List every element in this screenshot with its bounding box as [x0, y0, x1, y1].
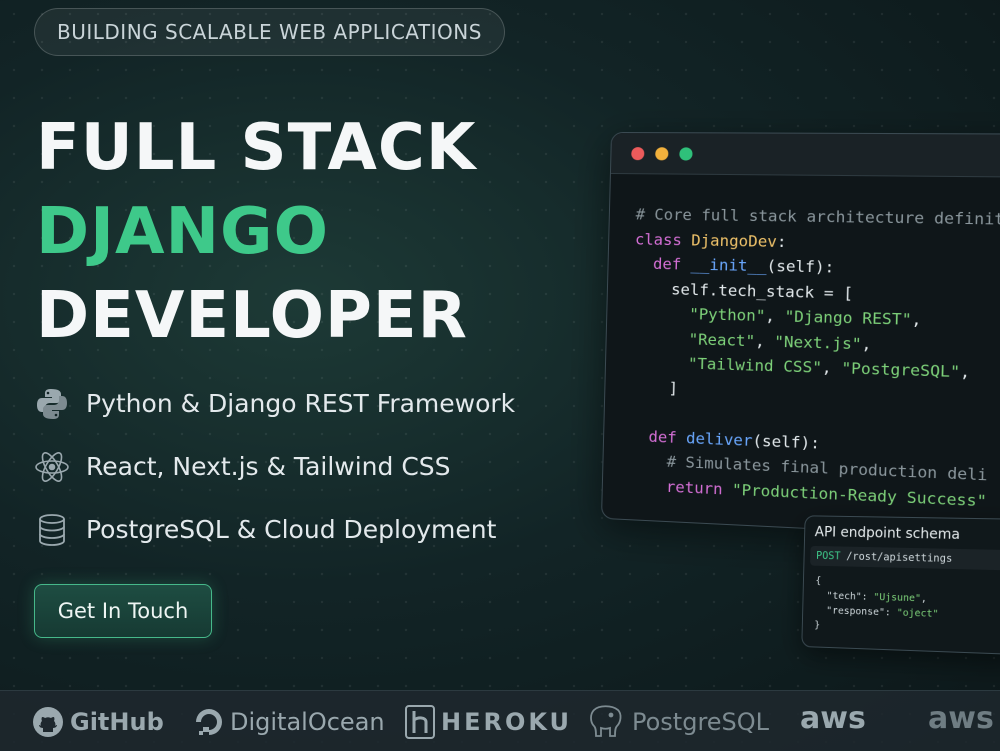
schema-body: { "tech": "Ujsune", "response": "oject" … [814, 575, 939, 631]
tech-logo-strip: GitHub DigitalOcean HEROKU PostgreSQL aw… [0, 690, 1000, 751]
feature-list: Python & Django REST Framework React, Ne… [34, 372, 515, 561]
database-icon [34, 512, 70, 548]
maximize-dot-icon[interactable] [679, 146, 693, 161]
endpoint-path: /rost/apisettings [846, 550, 953, 565]
minimize-dot-icon[interactable] [655, 146, 669, 160]
close-dot-icon[interactable] [631, 146, 645, 160]
digitalocean-logo: DigitalOcean [194, 701, 385, 743]
schema-title: API endpoint schema [814, 524, 961, 543]
aws-logo: aws [928, 700, 994, 736]
title-line-3: DEVELOPER [36, 279, 468, 353]
window-titlebar [610, 132, 1000, 178]
digitalocean-icon [196, 709, 222, 735]
github-icon [33, 707, 63, 737]
api-schema-card: API endpoint schema POST/rost/apisetting… [801, 515, 1000, 656]
http-method: POST [815, 549, 841, 563]
get-in-touch-button[interactable]: Get In Touch [34, 584, 212, 638]
heroku-logo: HEROKU [405, 701, 572, 743]
tagline-badge: BUILDING SCALABLE WEB APPLICATIONS [34, 8, 505, 56]
title-line-2: DJANGO [36, 195, 329, 269]
github-logo: GitHub [32, 701, 164, 743]
code-editor-window: # Core full stack architecture definit cl… [600, 131, 1000, 541]
feature-item: React, Next.js & Tailwind CSS [34, 435, 515, 498]
title-line-1: FULL STACK [36, 111, 477, 185]
aws-logo: aws [800, 700, 866, 736]
elephant-icon [590, 705, 622, 737]
feature-item: PostgreSQL & Cloud Deployment [34, 498, 515, 561]
code-block: # Core full stack architecture definit cl… [603, 174, 1000, 516]
hero-title: FULL STACK DJANGO DEVELOPER [36, 106, 476, 358]
feature-item: Python & Django REST Framework [34, 372, 515, 435]
heroku-icon [405, 705, 435, 739]
python-icon [34, 386, 70, 422]
react-icon [34, 449, 70, 485]
postgresql-logo: PostgreSQL [586, 701, 769, 743]
